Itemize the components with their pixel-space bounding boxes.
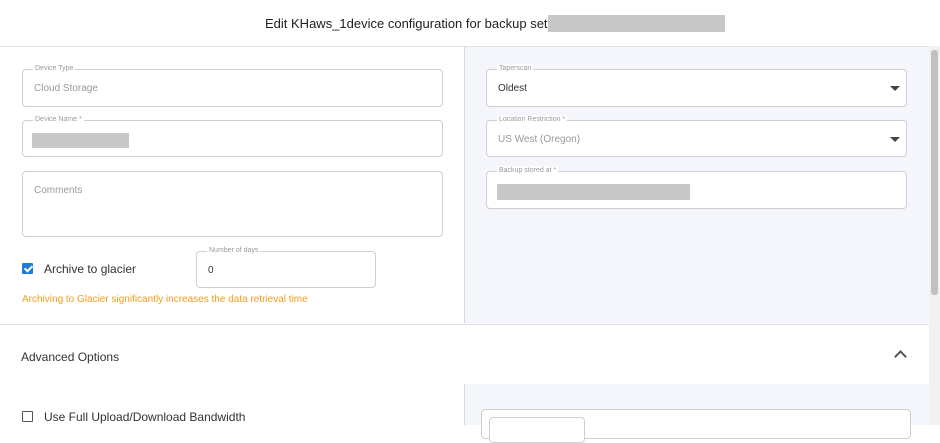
device-type-label: Device Type — [33, 64, 76, 74]
advanced-options-label: Advanced Options — [21, 350, 120, 364]
dropdown-caret-icon[interactable] — [890, 86, 900, 91]
scrollbar-thumb[interactable] — [931, 50, 938, 295]
number-of-days-value: 0 — [208, 265, 214, 276]
archive-glacier-checkbox[interactable] — [22, 263, 33, 274]
comments-field[interactable]: Comments — [22, 171, 443, 237]
chevron-up-icon[interactable] — [894, 350, 907, 363]
number-of-days-field[interactable]: Number of days 0 — [196, 246, 376, 288]
number-of-days-label: Number of days — [207, 246, 261, 256]
full-bandwidth-checkbox[interactable] — [22, 411, 33, 422]
vertical-scrollbar[interactable] — [929, 46, 940, 425]
taperscan-select[interactable]: Taperscan Oldest — [486, 64, 907, 107]
comments-placeholder: Comments — [34, 185, 83, 196]
full-bandwidth-label[interactable]: Use Full Upload/Download Bandwidth — [44, 410, 245, 424]
device-type-value: Cloud Storage — [34, 83, 98, 94]
glacier-warning-text: Archiving to Glacier significantly incre… — [22, 294, 308, 305]
advanced-left-panel: Use Full Upload/Download Bandwidth — [0, 384, 465, 425]
taperscan-value: Oldest — [498, 83, 527, 94]
backup-stored-at-field[interactable]: Backup stored at * — [486, 166, 907, 209]
location-restriction-value: US West (Oregon) — [498, 134, 581, 145]
backup-stored-at-label: Backup stored at * — [497, 166, 559, 176]
advanced-right-panel — [465, 384, 929, 443]
device-name-redacted — [32, 133, 129, 148]
dropdown-caret-icon[interactable] — [890, 137, 900, 142]
taperscan-label: Taperscan — [497, 64, 534, 74]
device-name-label: Device Name * — [33, 115, 84, 125]
archive-glacier-label[interactable]: Archive to glacier — [44, 262, 136, 276]
backup-set-name-redacted — [548, 15, 725, 32]
bandwidth-inner-field[interactable] — [489, 417, 585, 443]
dialog-header: Edit KHaws_1device configuration for bac… — [0, 0, 929, 47]
bandwidth-field[interactable] — [481, 409, 911, 443]
location-restriction-select[interactable]: Location Restriction * US West (Oregon) — [486, 115, 907, 157]
backup-location-redacted — [497, 184, 690, 200]
location-restriction-label: Location Restriction * — [497, 115, 568, 125]
dialog-title: Edit KHaws_1device configuration for bac… — [265, 16, 555, 31]
advanced-options-toggle[interactable]: Advanced Options — [0, 324, 929, 385]
device-name-field[interactable]: Device Name * — [22, 115, 443, 157]
device-type-field: Device Type Cloud Storage — [22, 64, 443, 107]
